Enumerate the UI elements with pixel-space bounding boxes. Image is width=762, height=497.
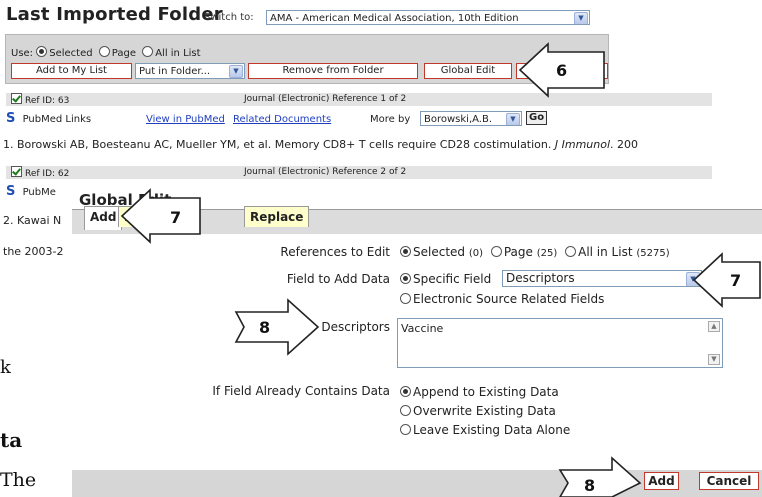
callout-arrow-8a: [234, 298, 320, 356]
callout-number-8a: 8: [259, 318, 270, 337]
callout-number-6: 6: [556, 61, 567, 80]
callout-overlay: 6 7 7 8 8: [120, 42, 761, 497]
callout-arrow-8b: [558, 456, 642, 497]
callout-number-7a: 7: [170, 208, 181, 227]
callout-number-8b: 8: [584, 476, 595, 495]
callout-arrow-7a: [120, 188, 201, 244]
callout-number-7b: 7: [730, 271, 741, 290]
callout-arrow-7b: [692, 252, 761, 308]
